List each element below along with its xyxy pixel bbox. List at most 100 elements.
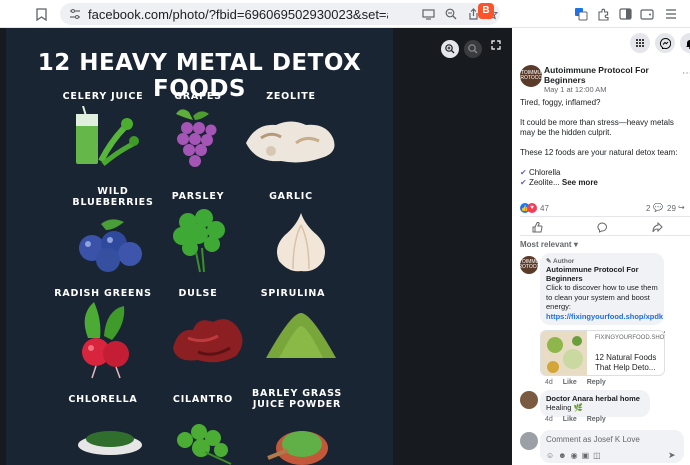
avatar[interactable] [520, 391, 538, 409]
see-more-link[interactable]: See more [562, 178, 598, 187]
avatar[interactable]: AUTOIMMUNE PROTOCOL [512, 256, 546, 274]
food-label: CHLORELLA [68, 394, 138, 405]
celery-juice-image [76, 106, 139, 166]
site-info-icon[interactable] [67, 6, 83, 22]
parsley-image [173, 209, 225, 273]
check-icon: ✔ [520, 178, 527, 187]
checklist-item: ✔ Chlorella [520, 168, 690, 178]
chevron-down-icon: ▾ [573, 240, 578, 249]
menu-icon[interactable] [662, 5, 680, 23]
sticker-pack-icon[interactable]: ◫ [593, 451, 605, 460]
address-bar[interactable]: facebook.com/photo/?fbid=696069502930023… [60, 3, 500, 25]
checklist-item: ✔ Zeolite... See more [520, 178, 690, 188]
extensions-icon[interactable] [594, 5, 612, 23]
grapes-image [176, 109, 217, 167]
comment-sort-dropdown[interactable]: Most relevant ▾ [520, 240, 578, 249]
zoom-out-button[interactable] [464, 40, 482, 58]
browser-toolbar: facebook.com/photo/?fbid=696069502930023… [0, 0, 690, 28]
comment-input[interactable]: Comment as Josef K Love [546, 435, 640, 444]
comment-count[interactable]: 2 [646, 204, 650, 213]
spirulina-image [266, 313, 336, 358]
comment-button[interactable] [587, 222, 617, 236]
link-preview-image [541, 331, 587, 375]
comment-bubble: ✎ Author Autoimmune Protocol For Beginne… [540, 253, 664, 325]
comment-time[interactable]: 4d [545, 416, 553, 423]
comment-like-button[interactable]: Like [563, 416, 577, 423]
cast-icon[interactable] [420, 6, 436, 22]
comment-bubble: Doctor Anara herbal home Healing 🌿 [540, 390, 650, 417]
radish-greens-image [82, 302, 129, 379]
like-button[interactable] [522, 221, 552, 236]
wallet-icon[interactable] [638, 5, 656, 23]
cilantro-image [177, 424, 232, 465]
chlorella-image [78, 431, 142, 455]
zoom-in-button[interactable] [441, 40, 459, 58]
food-label: RADISH GREENS [54, 288, 152, 299]
comment-reply-button[interactable]: Reply [587, 379, 606, 386]
photo[interactable]: 12 HEAVY METAL DETOX FOODS CELERY JUICE … [6, 28, 393, 465]
food-label: ZEOLITE [266, 91, 316, 102]
garlic-image [277, 213, 325, 272]
emoji-icon[interactable]: ☻ [558, 451, 570, 460]
more-options-icon[interactable]: ⋯ [682, 68, 690, 79]
messenger-button[interactable] [655, 33, 675, 53]
link-title: 12 Natural Foods That Help Deto... [595, 353, 657, 372]
comment-like-button[interactable]: Like [563, 379, 577, 386]
food-label: SPIRULINA [260, 288, 326, 299]
translate-extension-icon[interactable] [572, 5, 590, 23]
brave-shields-icon[interactable]: B [478, 3, 494, 19]
comment-reply-button[interactable]: Reply [587, 416, 606, 423]
zeolite-image [246, 121, 335, 163]
url-text[interactable]: facebook.com/photo/?fbid=696069502930023… [88, 7, 388, 22]
check-icon: ✔ [520, 168, 527, 177]
post-text-line: These 12 foods are your natural detox te… [520, 148, 678, 157]
fullscreen-icon[interactable] [491, 40, 501, 53]
link-preview-card[interactable]: FIXINGYOURFOOD.SHOP 12 Natural Foods Tha… [540, 330, 665, 376]
notifications-button[interactable] [680, 33, 690, 53]
send-icon[interactable]: ➤ [668, 450, 676, 461]
post-timestamp[interactable]: May 1 at 12:00 AM [544, 85, 607, 94]
bookmark-icon[interactable] [32, 5, 50, 23]
food-label: DULSE [178, 288, 218, 299]
avatar[interactable]: AUTOIMMUNE PROTOCOL [514, 65, 548, 87]
comment-author[interactable]: Doctor Anara herbal home [546, 394, 644, 403]
food-label: CELERY JUICE [62, 91, 144, 102]
sticker-icon[interactable]: ☺ [546, 451, 558, 460]
checklist-text: Zeolite... [528, 178, 560, 187]
reactions-bar: 👍 ♥ 47 2 💬 29 ↪ [520, 203, 690, 215]
food-label: GARLIC [269, 191, 313, 202]
reaction-count[interactable]: 47 [540, 204, 549, 213]
share-count[interactable]: 29 [667, 204, 676, 213]
post-text-line: It could be more than stress—heavy metal… [520, 118, 674, 137]
comment-count-icon: 💬 [653, 203, 663, 212]
sort-label: Most relevant [520, 240, 572, 249]
avatar[interactable] [520, 432, 538, 450]
barley-grass-image [267, 431, 328, 465]
zoom-icon[interactable] [443, 6, 459, 22]
camera-icon[interactable]: ◉ [571, 451, 582, 460]
checklist-text: Chlorella [528, 168, 561, 177]
divider [520, 216, 690, 217]
blueberries-image [79, 219, 142, 272]
comment-meta: 4d Like Reply [545, 416, 606, 423]
link-domain: FIXINGYOURFOOD.SHOP [595, 335, 665, 341]
author-badge: ✎ Author [546, 258, 575, 265]
author-badge-label: Author [553, 258, 575, 265]
comment-meta: 4d Like Reply [545, 379, 606, 386]
food-label: BARLEY GRASS JUICE POWDER [252, 388, 342, 410]
share-count-icon: ↪ [678, 203, 685, 212]
love-reaction-icon[interactable]: ♥ [527, 203, 537, 213]
post-text-line: Tired, foggy, inflamed? [520, 98, 601, 107]
comment-link[interactable]: https://fixingyourfood.shop/xpdk [546, 312, 663, 322]
comment-author[interactable]: Autoimmune Protocol For Beginners [546, 265, 658, 283]
comment-time[interactable]: 4d [545, 379, 553, 386]
sidebar-icon[interactable] [616, 5, 634, 23]
comment-body: Healing 🌿 [546, 403, 583, 412]
comment-composer[interactable]: Comment as Josef K Love ☺☻◉▣◫ ➤ [540, 430, 684, 463]
share-button[interactable] [642, 221, 672, 236]
gif-icon[interactable]: ▣ [582, 451, 594, 460]
post-author[interactable]: Autoimmune Protocol For Beginners [544, 65, 684, 85]
dulse-image [173, 319, 243, 363]
menu-grid-button[interactable] [630, 33, 650, 53]
divider [520, 235, 690, 236]
